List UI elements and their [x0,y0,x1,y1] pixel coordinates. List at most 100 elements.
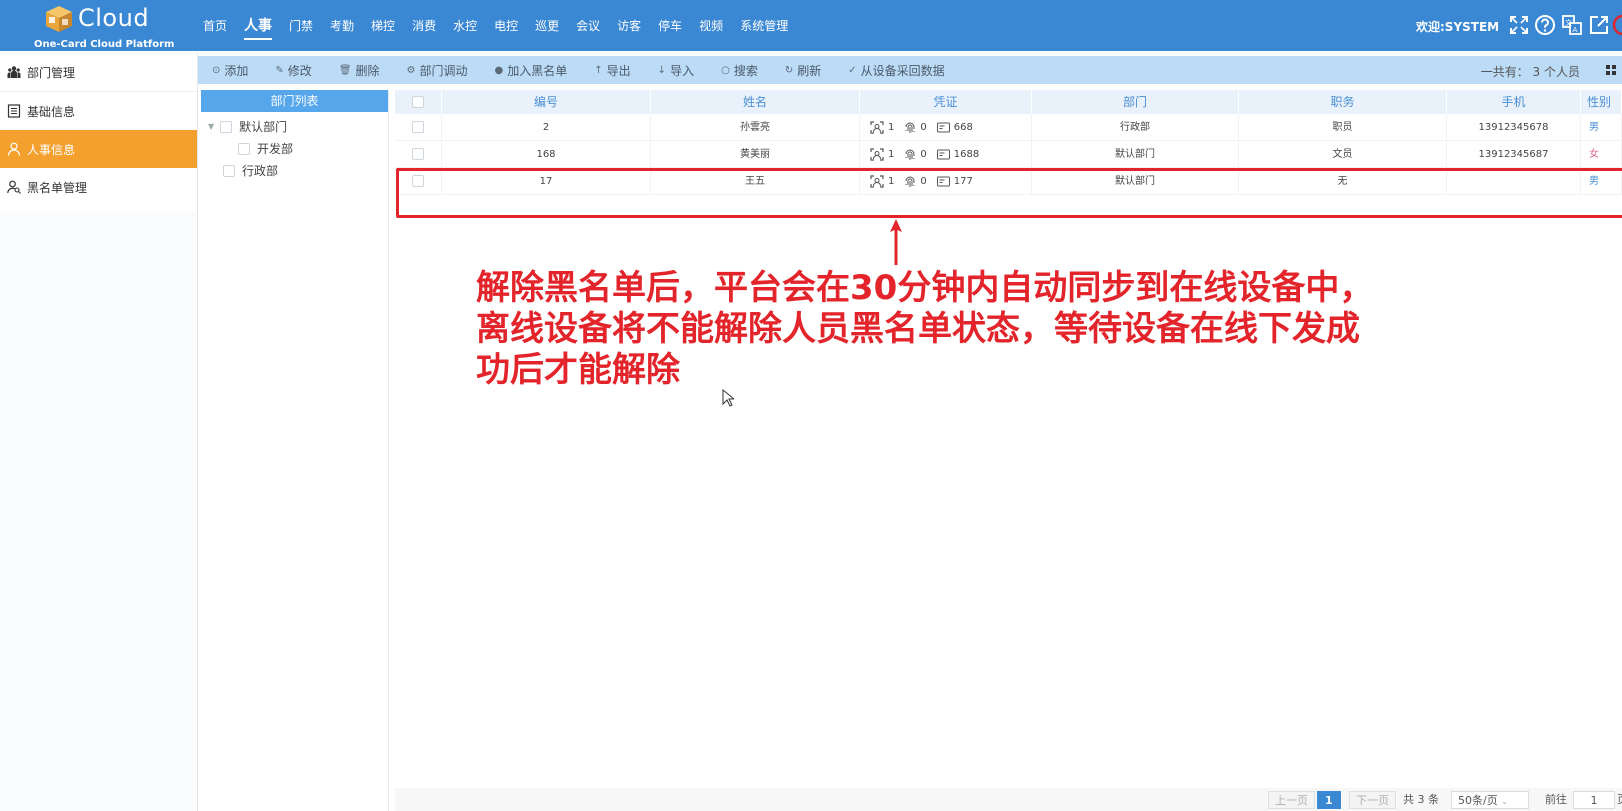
export-button[interactable]: ↑ 导出 [594,62,630,79]
person-search-icon [7,180,21,194]
sidebar-item-basic-info[interactable]: 基础信息 [0,92,197,130]
svg-text:文: 文 [1565,18,1572,27]
column-header-id[interactable]: 编号 [442,90,651,114]
welcome-text: 欢迎:SYSTEM [1416,20,1500,34]
external-link-icon[interactable] [1588,14,1610,36]
column-header-title[interactable]: 职务 [1239,90,1447,114]
face-count: 1 [888,121,895,133]
pagination: 上一页 1 下一页 共 3 条 50条/页 ⌄ 前往 1 页 [395,788,1622,811]
tree-node-admin-dept[interactable]: 行政部 [223,162,278,179]
prev-page-button[interactable]: 上一页 [1268,791,1315,809]
annotation-line: 解除黑名单后，平台会在30分钟内自动同步到在线设备中， [476,268,1374,308]
logo-text: Cloud [78,4,150,32]
caret-down-icon[interactable]: ▼ [208,122,214,131]
arrow-up-icon [890,219,902,265]
tree-checkbox[interactable] [238,142,250,155]
table-row[interactable]: 2 孙雲亮 1 0 668 行政部 职员 13912345678 男 [395,114,1622,141]
nav-item-consumption[interactable]: 消费 [412,0,436,51]
dept-tree-panel: 部门列表 ▼ 默认部门 开发部 行政部 [201,90,389,811]
grid-icon[interactable] [1606,65,1616,75]
cell-name: 孙雲亮 [651,114,860,140]
column-header-name[interactable]: 姓名 [651,90,860,114]
nav-item-parking[interactable]: 停车 [658,0,682,51]
nav-item-personnel[interactable]: 人事 [244,0,273,51]
power-icon[interactable] [1612,14,1622,36]
cell-name: 黄美丽 [651,141,860,167]
search-button[interactable]: ○ 搜索 [721,62,758,79]
cell-credential: 1 0 668 [860,114,1032,140]
column-header-phone[interactable]: 手机 [1447,90,1581,114]
transfer-dept-button[interactable]: ⚙ 部门调动 [407,62,468,79]
nav-item-access[interactable]: 门禁 [289,0,313,51]
annotation-line: 功后才能解除 [476,350,680,390]
tree-checkbox[interactable] [223,164,235,177]
row-checkbox[interactable] [412,121,424,133]
cell-id: 168 [442,141,651,167]
nav-item-attendance[interactable]: 考勤 [330,0,354,51]
nav-item-video[interactable]: 视频 [699,0,723,51]
select-all-checkbox[interactable] [412,96,424,108]
nav-item-elevator[interactable]: 梯控 [371,0,395,51]
sidebar-item-label: 黑名单管理 [27,180,88,195]
row-checkbox[interactable] [412,148,424,160]
goto-label: 前往 [1545,793,1567,806]
import-button[interactable]: ↓ 导入 [658,62,694,79]
nav-item-water[interactable]: 水控 [453,0,477,51]
annotation-text: 解除黑名单后，平台会在30分钟内自动同步到在线设备中， 离线设备将不能解除人员黑… [476,268,1436,391]
logo-subtitle: One-Card Cloud Platform [34,39,175,50]
sidebar-item-blacklist[interactable]: 黑名单管理 [0,168,197,206]
page-size-select[interactable]: 50条/页 ⌄ [1451,791,1529,809]
nav-item-system[interactable]: 系统管理 [740,0,788,51]
finger-count: 0 [920,121,927,133]
tree-node-default-dept[interactable]: ▼ 默认部门 [208,118,287,135]
total-count: 一共有： 3 个人员 [1480,65,1580,79]
highlight-box [396,168,1622,218]
svg-text:A: A [1573,26,1578,34]
fetch-device-data-button[interactable]: ✓ 从设备采回数据 [848,62,944,79]
edit-button[interactable]: ✎ 修改 [275,62,311,79]
sidebar: 部门管理 基础信息 人事信息 黑名单管理 [0,53,198,811]
nav-item-visitor[interactable]: 访客 [617,0,641,51]
cell-title: 文员 [1239,141,1447,167]
goto-page-input[interactable]: 1 [1573,791,1615,809]
fullscreen-icon[interactable] [1508,14,1530,36]
annotation-line: 离线设备将不能解除人员黑名单状态，等待设备在线下发成 [476,309,1360,349]
add-button[interactable]: ⊙ 添加 [212,62,248,79]
nav-item-home[interactable]: 首页 [203,0,227,51]
blacklist-icon: ● [494,64,504,76]
tree-checkbox[interactable] [220,120,233,133]
cell-gender: 男 [1581,114,1622,140]
top-header: Cloud One-Card Cloud Platform 首页 人事 门禁 考… [0,0,1622,51]
refresh-button[interactable]: ↻ 刷新 [785,62,821,79]
nav-item-patrol[interactable]: 巡更 [535,0,559,51]
help-icon[interactable] [1534,14,1556,36]
select-all-cell [395,90,442,114]
sidebar-item-dept-management[interactable]: 部门管理 [0,53,197,91]
language-icon[interactable]: 文 A [1561,14,1583,36]
face-count: 1 [888,148,895,160]
row-checkbox-cell [395,141,442,167]
check-icon: ✓ [848,64,857,76]
list-icon [7,104,21,118]
cell-phone: 13912345687 [1447,141,1581,167]
column-header-credential[interactable]: 凭证 [860,90,1032,114]
table-row[interactable]: 168 黄美丽 1 0 1688 默认部门 文员 13912345687 女 [395,141,1622,168]
delete-button[interactable]: 🗑 删除 [339,62,380,79]
sidebar-item-personnel-info[interactable]: 人事信息 [0,130,197,168]
card-icon [936,122,950,132]
tree-node-dev-dept[interactable]: 开发部 [238,140,293,157]
nav-item-electric[interactable]: 电控 [494,0,518,51]
page-1-button[interactable]: 1 [1317,791,1341,809]
column-header-gender[interactable]: 性别 [1581,90,1622,114]
next-page-button[interactable]: 下一页 [1349,791,1396,809]
nav-item-meeting[interactable]: 会议 [576,0,600,51]
column-header-dept[interactable]: 部门 [1032,90,1239,114]
add-blacklist-button[interactable]: ● 加入黑名单 [495,62,568,79]
cell-dept: 行政部 [1032,114,1239,140]
card-icon [936,149,950,159]
total-records: 共 3 条 [1403,793,1439,806]
card-number: 1688 [953,148,980,160]
import-icon: ↓ [657,64,667,76]
logo[interactable]: Cloud One-Card Cloud Platform [34,2,174,50]
dept-tree-title: 部门列表 [201,90,388,112]
